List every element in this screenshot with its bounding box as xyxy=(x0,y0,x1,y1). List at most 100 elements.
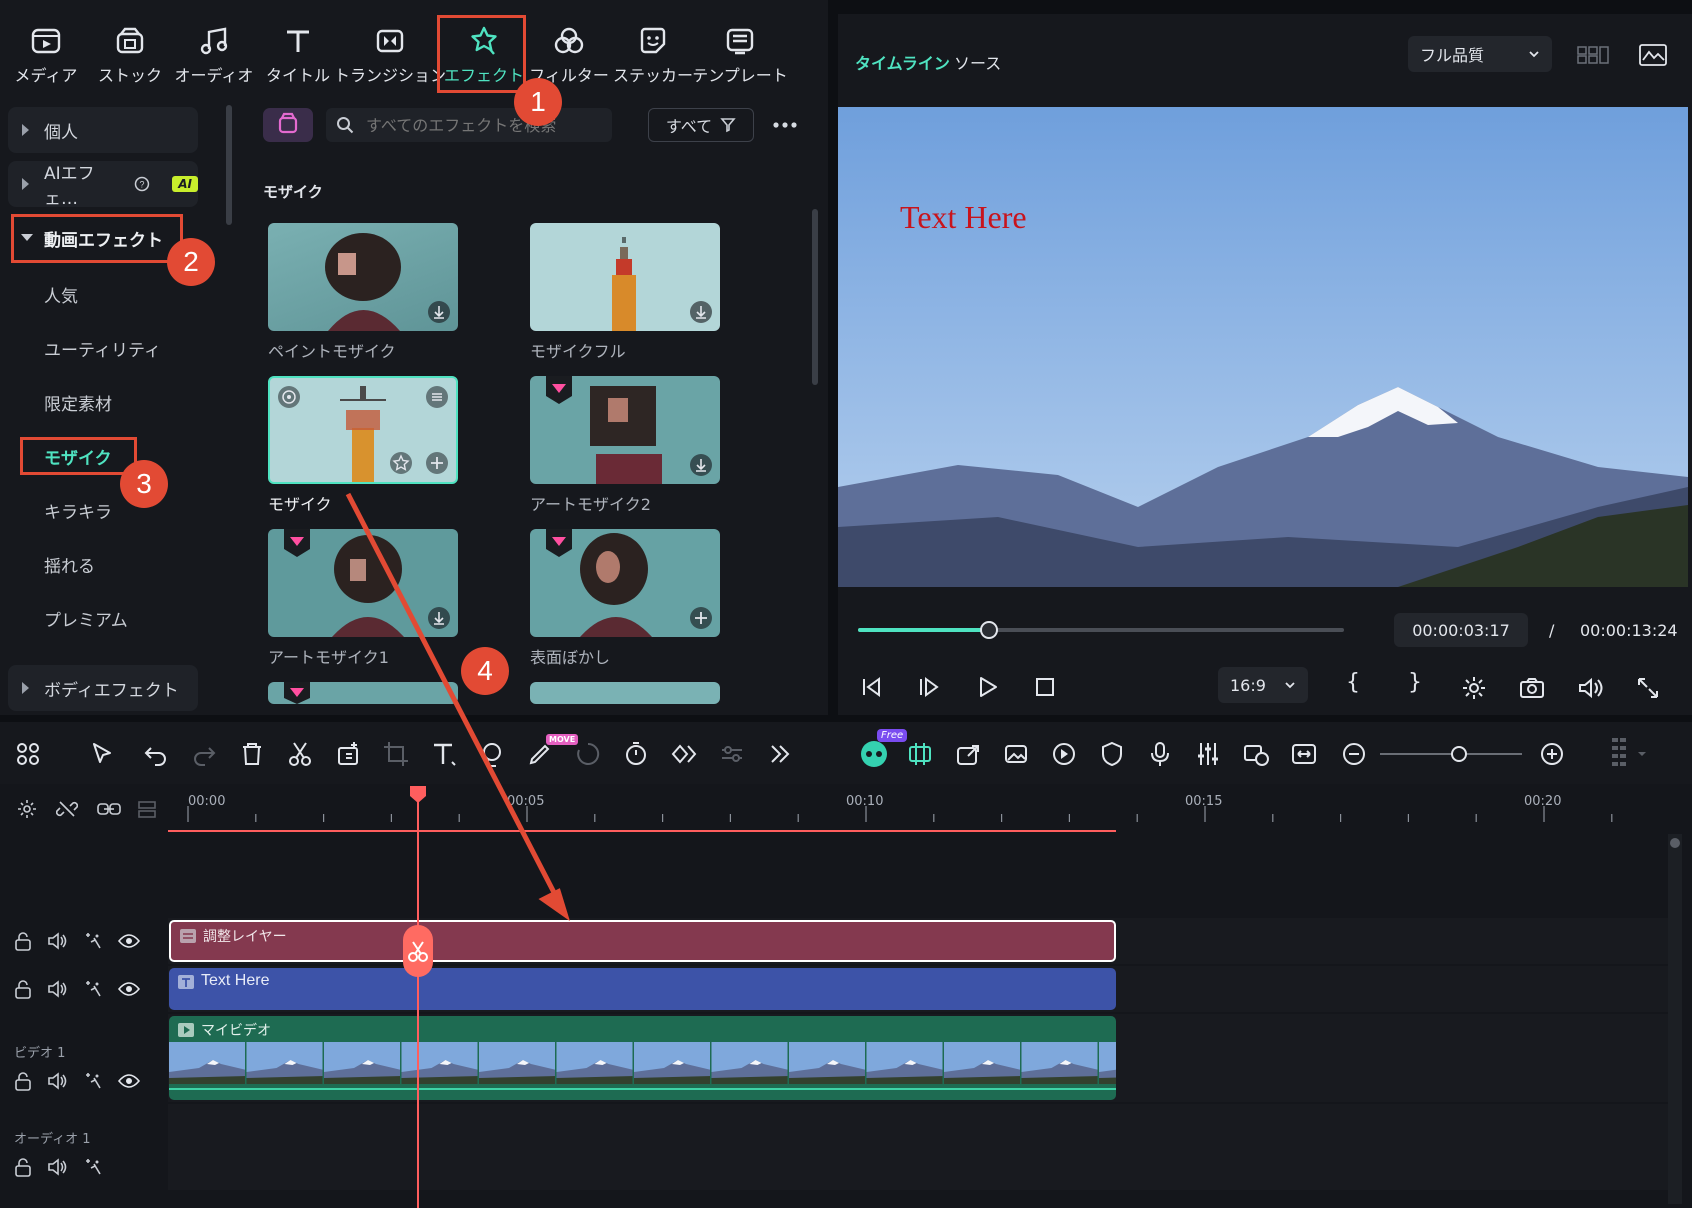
stop-button[interactable] xyxy=(1032,674,1058,700)
fullscreen-button[interactable] xyxy=(1634,674,1662,702)
zoom-out-icon[interactable] xyxy=(1340,740,1368,768)
fit-width-icon[interactable] xyxy=(1290,740,1318,768)
text-overlay[interactable]: Text Here xyxy=(900,199,1027,236)
mark-out-button[interactable]: } xyxy=(1408,670,1422,695)
select-cursor-icon[interactable] xyxy=(88,740,116,768)
help-icon[interactable]: ? xyxy=(134,176,150,192)
microphone-icon[interactable] xyxy=(1146,740,1174,768)
effect-card-paint-mosaic[interactable] xyxy=(268,223,458,331)
replace-media-icon[interactable] xyxy=(1242,740,1270,768)
search-input[interactable] xyxy=(366,115,606,135)
track-effects-icon[interactable] xyxy=(82,1156,104,1178)
track-layout-icon[interactable] xyxy=(1608,736,1648,772)
effect-card-art-mosaic-2[interactable] xyxy=(530,376,720,484)
quality-select[interactable]: フル品質 xyxy=(1408,36,1552,72)
lock-icon[interactable] xyxy=(12,1070,34,1092)
keyframe-icon[interactable] xyxy=(670,740,698,768)
shield-icon[interactable] xyxy=(1098,740,1126,768)
speaker-icon[interactable] xyxy=(46,1156,68,1178)
scope-button[interactable] xyxy=(1638,42,1668,68)
filter-all-button[interactable]: すべて xyxy=(648,108,754,142)
tab-audio[interactable]: オーディオ xyxy=(173,24,255,88)
auto-caption-icon[interactable] xyxy=(906,740,934,768)
timeline-vertical-scrollbar[interactable] xyxy=(1668,834,1682,1204)
speaker-icon[interactable] xyxy=(46,978,68,1000)
download-icon[interactable] xyxy=(690,454,712,476)
effects-scrollbar[interactable] xyxy=(812,209,818,385)
text-clip[interactable]: Text Here xyxy=(169,968,1116,1010)
track-settings-gear-icon[interactable] xyxy=(16,798,38,820)
effect-card-mosaic-full[interactable] xyxy=(530,223,720,331)
unlink-icon[interactable] xyxy=(56,798,78,820)
download-icon[interactable] xyxy=(690,301,712,323)
sidebar-item-popular[interactable]: 人気 xyxy=(44,282,78,307)
tab-template[interactable]: テンプレート xyxy=(692,24,788,88)
preview-icon[interactable] xyxy=(278,386,300,408)
add-plus-icon[interactable] xyxy=(690,607,712,629)
tab-title[interactable]: タイトル xyxy=(257,24,339,88)
lock-icon[interactable] xyxy=(12,1156,34,1178)
image-edit-icon[interactable] xyxy=(1002,740,1030,768)
zoom-in-icon[interactable] xyxy=(1538,740,1566,768)
delete-trash-icon[interactable] xyxy=(238,740,266,768)
zoom-slider-handle[interactable] xyxy=(1451,746,1467,762)
play-button[interactable] xyxy=(974,674,1000,700)
sidebar-group-ai-effects[interactable]: AIエフェ… ? AI xyxy=(8,161,198,209)
track-effects-icon[interactable] xyxy=(82,978,104,1000)
split-scissors-icon[interactable] xyxy=(286,740,314,768)
store-button[interactable] xyxy=(263,108,313,142)
eye-icon[interactable] xyxy=(118,978,140,1000)
speed-timer-icon[interactable] xyxy=(622,740,650,768)
track-effects-icon[interactable] xyxy=(82,1070,104,1092)
audio-mixer-icon[interactable] xyxy=(1194,740,1222,768)
previous-frame-button[interactable] xyxy=(858,674,884,700)
next-frame-button[interactable] xyxy=(916,674,942,700)
mark-in-button[interactable]: { xyxy=(1346,670,1360,695)
more-options-button[interactable] xyxy=(770,115,800,135)
track-height-icon[interactable] xyxy=(136,798,158,820)
link-clips-icon[interactable] xyxy=(96,798,122,820)
sidebar-item-limited[interactable]: 限定素材 xyxy=(44,390,112,415)
eye-icon[interactable] xyxy=(118,930,140,952)
download-icon[interactable] xyxy=(428,301,450,323)
preview-video[interactable]: Text Here xyxy=(838,107,1688,587)
effect-card-mosaic[interactable] xyxy=(268,376,458,484)
sidebar-scrollbar[interactable] xyxy=(226,105,232,225)
sidebar-group-personal[interactable]: 個人 xyxy=(8,107,198,153)
effect-search-box[interactable] xyxy=(326,108,612,142)
current-timecode[interactable]: 00:00:03:17 xyxy=(1394,613,1528,647)
adjust-sliders-icon[interactable] xyxy=(718,740,746,768)
sidebar-item-utility[interactable]: ユーティリティ xyxy=(44,336,161,361)
track-effects-icon[interactable] xyxy=(82,930,104,952)
add-plus-icon[interactable] xyxy=(426,452,448,474)
tab-media[interactable]: メディア xyxy=(5,24,87,88)
speaker-icon[interactable] xyxy=(46,930,68,952)
export-clip-icon[interactable] xyxy=(954,740,982,768)
tab-sticker[interactable]: ステッカー xyxy=(612,24,694,88)
favorite-star-icon[interactable] xyxy=(390,452,412,474)
sidebar-item-sparkle[interactable]: キラキラ xyxy=(44,498,112,523)
tab-stock[interactable]: ストック xyxy=(89,24,171,88)
layout-grid-icon[interactable] xyxy=(14,740,42,768)
snapshot-button[interactable] xyxy=(1518,674,1546,702)
ai-copilot-icon[interactable] xyxy=(858,738,890,770)
tab-source[interactable]: ソース xyxy=(954,50,1001,74)
grid-view-button[interactable] xyxy=(1576,44,1610,66)
tab-timeline[interactable]: タイムライン xyxy=(855,50,950,74)
sidebar-item-premium[interactable]: プレミアム xyxy=(44,606,128,631)
menu-icon[interactable] xyxy=(426,386,448,408)
video-clip[interactable]: マイビデオ xyxy=(169,1016,1116,1100)
tab-transition[interactable]: トランジション xyxy=(334,24,446,88)
sidebar-item-shake[interactable]: 揺れる xyxy=(44,552,95,577)
lock-icon[interactable] xyxy=(12,930,34,952)
audio-stretch-icon[interactable] xyxy=(1050,740,1078,768)
aspect-ratio-select[interactable]: 16:9 xyxy=(1218,667,1308,703)
render-settings-button[interactable] xyxy=(1460,674,1488,702)
more-tools-icon[interactable] xyxy=(766,740,794,768)
playback-progress-track[interactable] xyxy=(858,621,1344,639)
undo-icon[interactable] xyxy=(142,740,170,768)
eye-icon[interactable] xyxy=(118,1070,140,1092)
adjustment-layer-clip[interactable]: 調整レイヤー xyxy=(169,920,1116,962)
speaker-icon[interactable] xyxy=(46,1070,68,1092)
lock-icon[interactable] xyxy=(12,978,34,1000)
